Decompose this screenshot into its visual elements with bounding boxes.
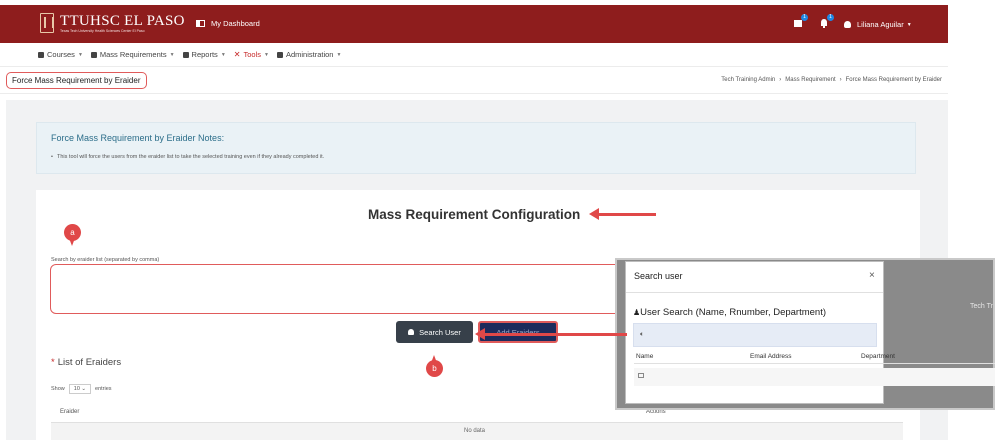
menu-courses-label: Courses: [47, 50, 75, 59]
users-icon: [276, 51, 283, 58]
menu-tools-label: Tools: [243, 50, 261, 59]
chevron-down-icon: ▼: [77, 51, 83, 58]
dashboard-label: My Dashboard: [211, 19, 260, 28]
my-dashboard-link[interactable]: My Dashboard: [196, 19, 260, 28]
column-header-email[interactable]: Email Address: [750, 353, 792, 360]
required-mark: *: [51, 357, 55, 368]
annotation-arrow-title: [589, 208, 656, 220]
chevron-down-icon: ▼: [220, 51, 226, 58]
breadcrumb-separator: ›: [839, 77, 842, 83]
card-icon: [638, 373, 644, 378]
chevron-down-icon: ▼: [263, 51, 269, 58]
user-name: Liliana Aguilar: [857, 20, 904, 29]
annotation-marker-b: b: [426, 355, 443, 377]
messages-icon[interactable]: 1: [793, 14, 808, 28]
list-title-label: List of Eraiders: [57, 357, 122, 368]
modal-subtitle: ♟User Search (Name, Rnumber, Department): [633, 307, 826, 318]
list-icon: [90, 51, 97, 58]
breadcrumb-current: Force Mass Requirement by Eraider: [845, 77, 942, 83]
table-row[interactable]: [634, 368, 995, 386]
top-navbar: TTUHSC EL PASO Texas Tech University Hea…: [0, 5, 948, 43]
menu-mass-requirements-label: Mass Requirements: [99, 50, 167, 59]
modal-title: Search user: [634, 271, 683, 281]
entries-label: entries: [95, 386, 112, 392]
logo-title: TTUHSC EL PASO: [60, 12, 185, 29]
chevron-down-icon: ▼: [336, 51, 342, 58]
double-t-logo-icon: [40, 13, 54, 33]
close-icon[interactable]: ×: [869, 270, 875, 281]
chevron-down-icon: ▼: [169, 51, 175, 58]
eraider-list-input[interactable]: [50, 264, 640, 314]
dashboard-icon: [196, 20, 205, 27]
chevron-down-icon: ▼: [906, 21, 912, 28]
report-icon: [182, 51, 189, 58]
main-menu: Courses ▼ Mass Requirements ▼ Reports ▼ …: [0, 43, 948, 67]
breadcrumb-separator: ›: [779, 77, 782, 83]
menu-administration-label: Administration: [285, 50, 334, 59]
backdrop-text: Tech Tr: [970, 303, 993, 310]
show-label: Show: [51, 386, 65, 392]
list-title: * List of Eraiders: [51, 357, 121, 368]
add-eraiders-button[interactable]: Add Eraiders: [478, 321, 558, 343]
no-data-text: No data: [464, 428, 486, 434]
book-icon: [38, 51, 44, 58]
menu-administration[interactable]: Administration ▼: [276, 50, 342, 59]
search-label: Search by eraider list (separated by com…: [51, 257, 160, 263]
menu-reports[interactable]: Reports ▼: [182, 50, 226, 59]
notes-title: Force Mass Requirement by Eraider Notes:: [51, 133, 225, 143]
column-header-eraider[interactable]: Eraider: [60, 409, 79, 415]
search-user-modal: Search user × ♟User Search (Name, Rnumbe…: [625, 261, 995, 404]
menu-reports-label: Reports: [191, 50, 218, 59]
notes-text: This tool will force the users from the …: [51, 154, 324, 160]
entries-select[interactable]: 10 ⌄: [68, 384, 92, 394]
breadcrumb-mass-requirement[interactable]: Mass Requirement: [785, 77, 835, 83]
user-icon: [408, 329, 415, 335]
annotation-marker-a: a: [64, 224, 81, 246]
speaker-icon: 🔈︎: [640, 331, 645, 338]
column-header-name[interactable]: Name: [636, 353, 653, 360]
notes-panel: Force Mass Requirement by Eraider Notes:…: [36, 122, 916, 174]
menu-courses[interactable]: Courses ▼: [38, 50, 83, 59]
modal-subtitle-label: User Search (Name, Rnumber, Department): [640, 307, 827, 318]
annotation-arrow-search-user: [475, 328, 627, 340]
tools-icon: ✕: [233, 50, 241, 59]
modal-divider: [626, 292, 883, 293]
logo-subtitle: Texas Tech University Health Sciences Ce…: [60, 28, 145, 33]
search-user-button[interactable]: Search User: [396, 321, 473, 343]
breadcrumb: Tech Training Admin › Mass Requirement › For…: [721, 77, 942, 83]
search-user-label: Search User: [419, 327, 461, 337]
notifications-badge: 1: [827, 14, 834, 21]
user-search-input[interactable]: 🔈︎: [633, 323, 877, 347]
column-header-department[interactable]: Department: [861, 353, 895, 360]
messages-badge: 1: [801, 14, 808, 21]
bell-icon[interactable]: 1: [819, 14, 834, 28]
page-title: Force Mass Requirement by Eraider: [6, 72, 147, 89]
chevron-down-icon: ⌄: [81, 386, 87, 392]
show-entries: Show 10 ⌄ entries: [51, 384, 112, 394]
results-header: Name Email Address Department: [634, 350, 995, 364]
section-title: Mass Requirement Configuration: [368, 207, 581, 222]
user-menu[interactable]: Liliana Aguilar ▼: [844, 20, 912, 29]
page-header: Force Mass Requirement by Eraider Tech T…: [0, 68, 948, 94]
logo[interactable]: TTUHSC EL PASO Texas Tech University Hea…: [40, 13, 185, 33]
menu-mass-requirements[interactable]: Mass Requirements ▼: [90, 50, 175, 59]
menu-tools[interactable]: ✕ Tools ▼: [234, 50, 269, 59]
entries-value: 10: [73, 386, 80, 392]
breadcrumb-tech-training-admin[interactable]: Tech Training Admin: [721, 77, 775, 83]
user-icon: [844, 21, 851, 28]
